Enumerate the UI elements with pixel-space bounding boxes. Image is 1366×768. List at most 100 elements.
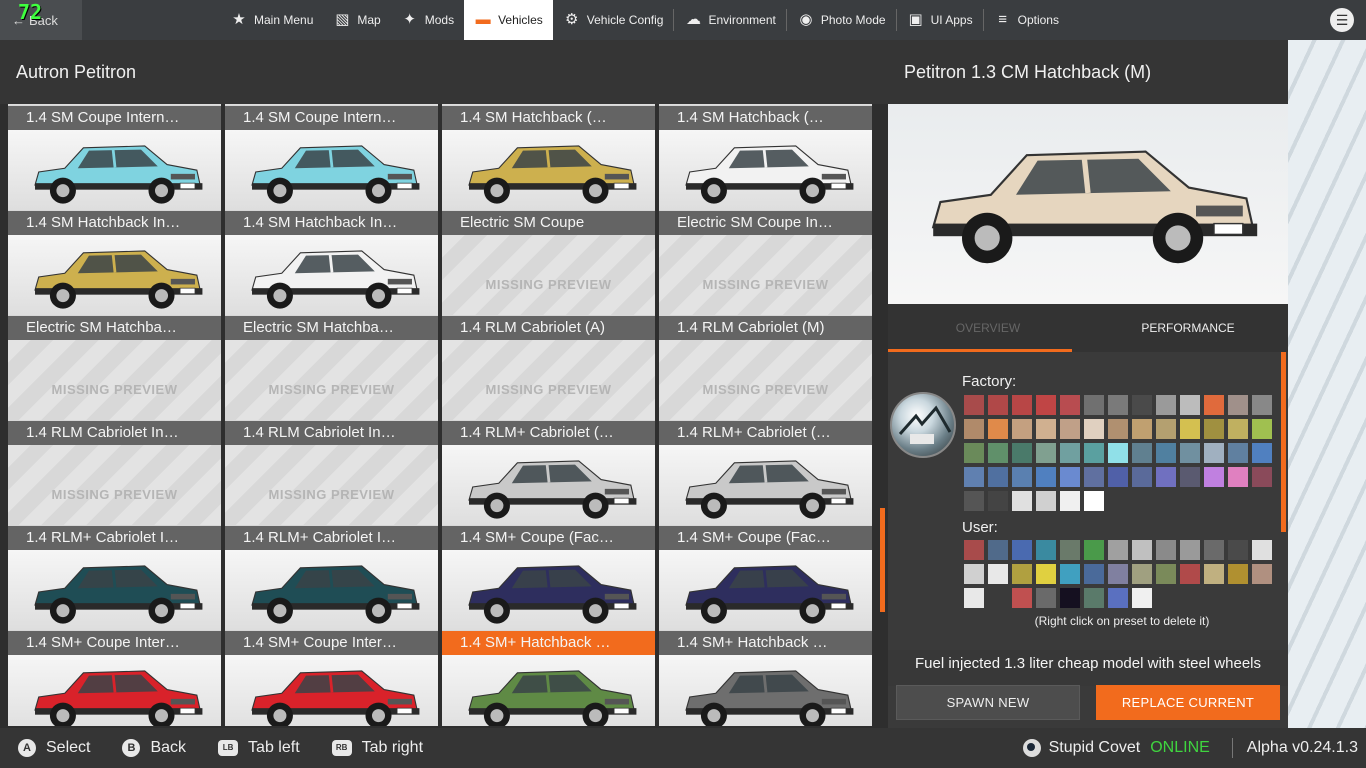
color-swatch[interactable] (1156, 443, 1176, 463)
color-swatch[interactable] (1132, 443, 1152, 463)
hamburger-menu-icon[interactable]: ☰ (1330, 8, 1354, 32)
color-swatch[interactable] (1228, 419, 1248, 439)
vehicle-config-tile[interactable]: 1.4 SM Hatchback In… (225, 130, 438, 235)
vehicle-config-tile[interactable]: 1.4 SM Coupe Intern… (8, 104, 221, 130)
color-swatch[interactable] (1228, 564, 1248, 584)
nav-mods[interactable]: ✦ Mods (391, 0, 464, 40)
color-swatch[interactable] (1156, 467, 1176, 487)
color-swatch[interactable] (1204, 564, 1224, 584)
color-swatch[interactable] (988, 419, 1008, 439)
vehicle-config-tile[interactable]: MISSING PREVIEW 1.4 RLM+ Cabriolet I… (8, 445, 221, 550)
color-swatch[interactable] (1084, 564, 1104, 584)
color-swatch[interactable] (1204, 419, 1224, 439)
color-swatch[interactable] (1132, 588, 1152, 608)
nav-photo-mode[interactable]: ◉ Photo Mode (787, 0, 896, 40)
vehicle-config-tile[interactable]: 1.4 SM+ Coupe Inter… (8, 550, 221, 655)
color-swatch[interactable] (1036, 443, 1056, 463)
nav-map[interactable]: ▧ Map (323, 0, 390, 40)
color-swatch[interactable] (1060, 588, 1080, 608)
color-swatch[interactable] (1060, 491, 1080, 511)
vehicle-config-tile[interactable]: 1.4 SM Hatchback (… (659, 104, 872, 130)
color-swatch[interactable] (988, 467, 1008, 487)
color-swatch[interactable] (1108, 467, 1128, 487)
list-scrollbar[interactable] (880, 508, 885, 612)
vehicle-config-tile[interactable]: Electric SM Hatchba… (225, 235, 438, 340)
color-swatch[interactable] (1036, 419, 1056, 439)
color-swatch[interactable] (988, 588, 1008, 608)
vehicle-config-tile[interactable]: MISSING PREVIEW 1.4 RLM Cabriolet In… (8, 340, 221, 445)
color-swatch[interactable] (1180, 395, 1200, 415)
color-swatch[interactable] (1084, 588, 1104, 608)
color-swatch[interactable] (964, 395, 984, 415)
nav-options[interactable]: ≡ Options (984, 0, 1069, 40)
color-swatch[interactable] (1108, 443, 1128, 463)
color-swatch[interactable] (988, 443, 1008, 463)
vehicle-config-tile[interactable]: 1.4 SM+ Coupe (Fac… (659, 445, 872, 550)
color-swatch[interactable] (1108, 588, 1128, 608)
color-swatch[interactable] (1036, 540, 1056, 560)
color-swatch[interactable] (1180, 540, 1200, 560)
color-swatch[interactable] (1060, 443, 1080, 463)
color-swatch[interactable] (1156, 395, 1176, 415)
tab-overview[interactable]: OVERVIEW (888, 304, 1088, 352)
vehicle-config-tile[interactable]: 1.4 SM+ Hatchback … (442, 550, 655, 655)
color-swatch[interactable] (1036, 395, 1056, 415)
color-swatch[interactable] (1252, 419, 1272, 439)
color-swatch[interactable] (964, 588, 984, 608)
spawn-new-button[interactable]: SPAWN NEW (896, 685, 1080, 720)
color-swatch[interactable] (1084, 491, 1104, 511)
nav-ui-apps[interactable]: ▣ UI Apps (897, 0, 983, 40)
color-swatch[interactable] (1060, 395, 1080, 415)
vehicle-config-tile[interactable]: Electric SM Hatchba… (8, 235, 221, 340)
color-swatch[interactable] (1180, 467, 1200, 487)
hint-tab-right[interactable]: RB Tab right (331, 739, 423, 757)
tab-performance[interactable]: PERFORMANCE (1088, 304, 1288, 352)
color-swatch[interactable] (1228, 540, 1248, 560)
vehicle-config-tile[interactable]: MISSING PREVIEW 1.4 RLM Cabriolet (A) (442, 235, 655, 340)
color-swatch[interactable] (1108, 540, 1128, 560)
vehicle-config-tile[interactable] (659, 655, 872, 726)
hint-tab-left[interactable]: LB Tab left (218, 739, 300, 757)
color-swatch[interactable] (1084, 443, 1104, 463)
color-swatch[interactable] (1228, 443, 1248, 463)
color-swatch[interactable] (1132, 419, 1152, 439)
color-swatch[interactable] (1132, 395, 1152, 415)
color-swatch[interactable] (1204, 395, 1224, 415)
vehicle-config-tile[interactable]: 1.4 SM Hatchback In… (8, 130, 221, 235)
hint-back[interactable]: B Back (122, 739, 186, 757)
color-swatch[interactable] (1012, 419, 1032, 439)
color-swatch[interactable] (1036, 467, 1056, 487)
color-swatch[interactable] (1012, 467, 1032, 487)
vehicle-config-tile[interactable]: MISSING PREVIEW 1.4 RLM Cabriolet (M) (659, 235, 872, 340)
color-swatch[interactable] (1228, 395, 1248, 415)
color-swatch[interactable] (1036, 564, 1056, 584)
vehicle-config-tile[interactable]: MISSING PREVIEW 1.4 RLM+ Cabriolet (… (442, 340, 655, 445)
color-swatch[interactable] (1012, 540, 1032, 560)
color-swatch[interactable] (1036, 588, 1056, 608)
color-swatch[interactable] (1036, 491, 1056, 511)
color-swatch[interactable] (988, 564, 1008, 584)
color-swatch[interactable] (1012, 395, 1032, 415)
color-swatch[interactable] (1204, 467, 1224, 487)
color-swatch[interactable] (1084, 540, 1104, 560)
vehicle-config-tile[interactable]: MISSING PREVIEW 1.4 RLM Cabriolet In… (225, 340, 438, 445)
vehicle-config-tile[interactable]: MISSING PREVIEW 1.4 RLM+ Cabriolet (… (659, 340, 872, 445)
color-swatch[interactable] (1180, 419, 1200, 439)
nav-environment[interactable]: ☁ Environment (674, 0, 785, 40)
nav-vehicles[interactable]: ▬ Vehicles (464, 0, 553, 40)
hint-select[interactable]: A Select (18, 739, 90, 757)
color-swatch[interactable] (1084, 467, 1104, 487)
color-swatch[interactable] (1228, 467, 1248, 487)
color-swatch[interactable] (1132, 564, 1152, 584)
color-swatch[interactable] (1252, 564, 1272, 584)
vehicle-config-tile[interactable]: MISSING PREVIEW 1.4 RLM+ Cabriolet I… (225, 445, 438, 550)
color-swatch[interactable] (1156, 540, 1176, 560)
color-swatch[interactable] (964, 419, 984, 439)
color-swatch[interactable] (1252, 540, 1272, 560)
vehicle-config-tile[interactable]: Electric SM Coupe In… (659, 130, 872, 235)
nav-vehicle-config[interactable]: ⚙ Vehicle Config (553, 0, 674, 40)
color-swatch[interactable] (1108, 564, 1128, 584)
color-swatch[interactable] (1132, 467, 1152, 487)
color-swatch[interactable] (988, 540, 1008, 560)
color-swatch[interactable] (964, 540, 984, 560)
